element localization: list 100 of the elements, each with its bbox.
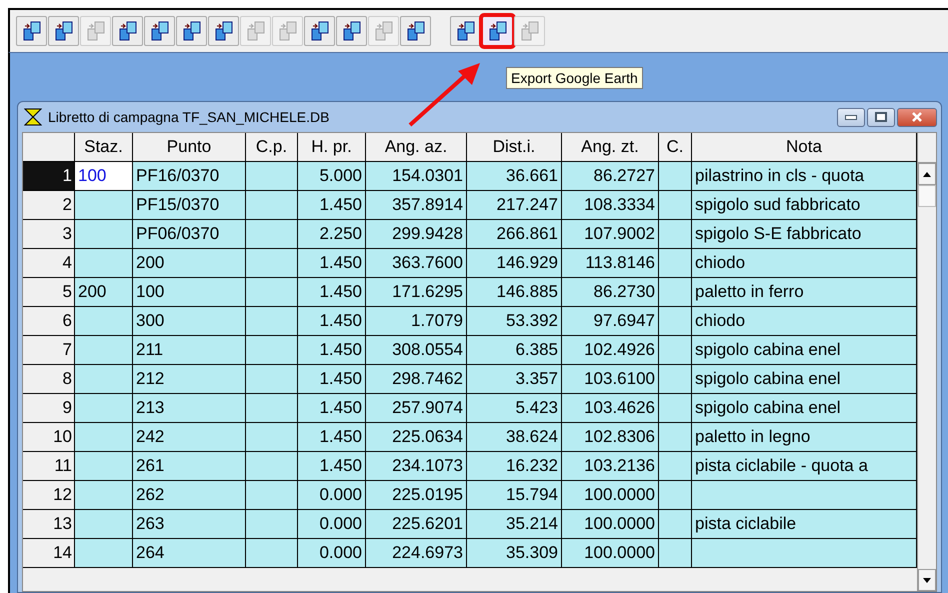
table-cell: 1.450 [298,278,366,307]
row-header[interactable]: 3 [23,220,75,249]
document-icon [214,21,234,41]
row-header[interactable]: 11 [23,452,75,481]
table-cell [659,423,692,452]
up-arrow-icon [923,172,931,176]
row-header[interactable]: 8 [23,365,75,394]
table-cell: 0.000 [298,539,366,568]
row-header[interactable]: 7 [23,336,75,365]
document-icon [246,21,266,41]
column-header[interactable]: Ang. az. [366,133,467,162]
column-header[interactable]: Staz. [75,133,133,162]
table-cell: 266.861 [467,220,562,249]
table-cell [246,423,298,452]
toolbar-button[interactable] [16,16,47,46]
table-cell: 298.7462 [366,365,467,394]
table-cell: 234.1073 [366,452,467,481]
table-cell [75,481,133,510]
document-icon [456,21,476,41]
scroll-thumb[interactable] [918,185,936,207]
table-cell [246,365,298,394]
table-cell: 262 [133,481,246,510]
table-cell: paletto in ferro [692,278,917,307]
column-header[interactable]: Nota [692,133,917,162]
table-cell: 1.450 [298,336,366,365]
table-cell [659,365,692,394]
toolbar-button[interactable] [112,16,143,46]
table-cell [246,220,298,249]
table-cell: 86.2730 [562,278,659,307]
column-header[interactable]: Ang. zt. [562,133,659,162]
table-cell: 102.8306 [562,423,659,452]
row-header[interactable]: 2 [23,191,75,220]
toolbar-button[interactable] [336,16,367,46]
toolbar-button[interactable] [144,16,175,46]
document-icon [182,21,202,41]
document-icon [342,21,362,41]
table-cell [75,307,133,336]
table-cell [659,249,692,278]
document-icon [374,21,394,41]
table-cell [659,162,692,191]
table-cell: 257.9074 [366,394,467,423]
document-icon [520,21,540,41]
toolbar-button[interactable] [208,16,239,46]
row-header[interactable]: 10 [23,423,75,452]
toolbar-button[interactable] [304,16,335,46]
table-cell [659,191,692,220]
toolbar-button[interactable] [176,16,207,46]
row-header[interactable]: 6 [23,307,75,336]
table-cell: 212 [133,365,246,394]
scroll-down-button[interactable] [918,569,936,591]
table-cell: 53.392 [467,307,562,336]
table-cell: spigolo sud fabbricato [692,191,917,220]
table-cell: 154.0301 [366,162,467,191]
column-header[interactable]: C. [659,133,692,162]
table-cell: 16.232 [467,452,562,481]
row-header[interactable]: 14 [23,539,75,568]
table-cell: spigolo S-E fabbricato [692,220,917,249]
document-icon [86,21,106,41]
table-cell: 38.624 [467,423,562,452]
toolbar-button[interactable] [482,16,513,46]
column-header[interactable]: C.p. [246,133,298,162]
row-header[interactable]: 13 [23,510,75,539]
table-cell: 261 [133,452,246,481]
table-cell [659,278,692,307]
table-cell: 225.0195 [366,481,467,510]
table-cell: PF15/0370 [133,191,246,220]
table-cell: 97.6947 [562,307,659,336]
table-cell: 102.4926 [562,336,659,365]
toolbar-button[interactable] [400,16,431,46]
column-header[interactable]: H. pr. [298,133,366,162]
row-header[interactable]: 5 [23,278,75,307]
toolbar-button[interactable] [48,16,79,46]
scroll-up-button[interactable] [918,163,936,185]
table-cell [659,539,692,568]
document-icon [118,21,138,41]
maximize-button[interactable] [867,108,895,126]
table-cell [75,220,133,249]
table-cell: 200 [133,249,246,278]
table-cell: 103.4626 [562,394,659,423]
column-header[interactable]: Dist.i. [467,133,562,162]
row-header[interactable]: 12 [23,481,75,510]
toolbar-button[interactable] [450,16,481,46]
row-header[interactable]: 4 [23,249,75,278]
table-cell: 0.000 [298,510,366,539]
table-cell: 100.0000 [562,481,659,510]
table-cell: chiodo [692,307,917,336]
table-cell [246,394,298,423]
table-cell: 3.357 [467,365,562,394]
column-header[interactable]: Punto [133,133,246,162]
table-cell: 224.6973 [366,539,467,568]
document-icon [22,21,42,41]
table-cell [75,510,133,539]
minimize-button[interactable] [837,108,865,126]
scrollbar[interactable] [917,133,936,591]
table-cell: spigolo cabina enel [692,336,917,365]
row-header[interactable]: 9 [23,394,75,423]
table-cell: 100 [133,278,246,307]
row-header[interactable]: 1 [23,162,75,191]
close-button[interactable] [897,108,937,126]
table-cell: 1.450 [298,365,366,394]
